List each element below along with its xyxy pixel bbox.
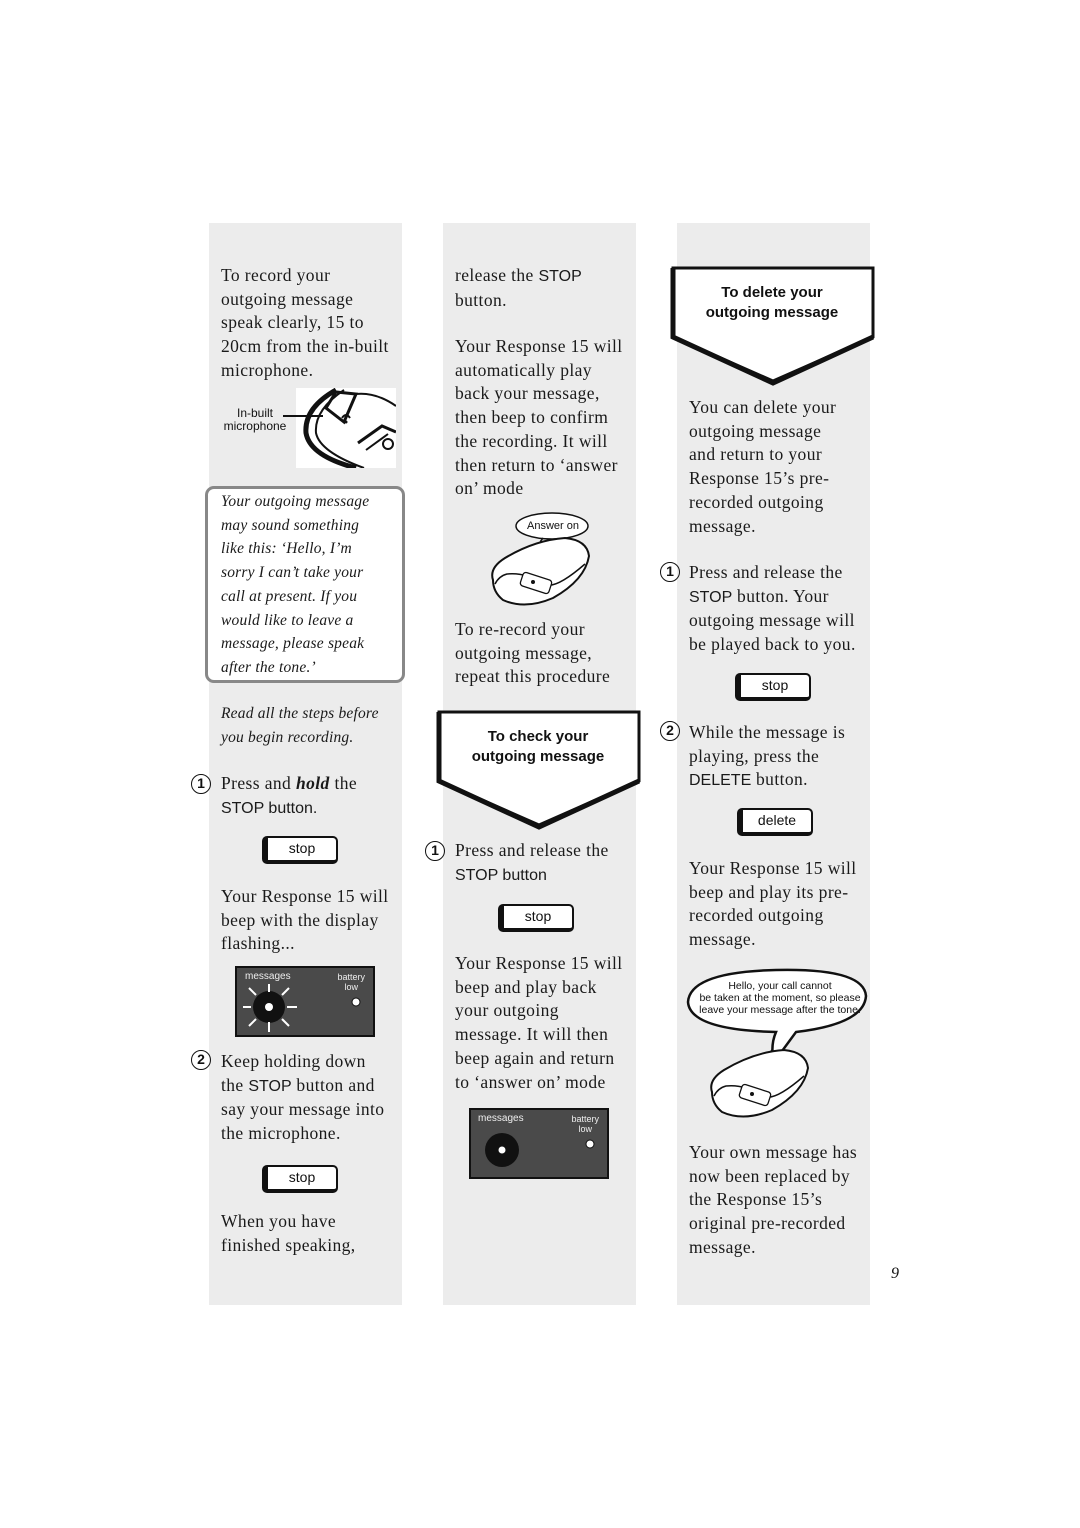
example-message-text: Your outgoing message may sound somethin…: [221, 493, 370, 676]
release-text-line2: button.: [455, 289, 507, 310]
step-number-2: 2: [660, 721, 680, 741]
step-number-1: 1: [191, 774, 211, 794]
stop-button[interactable]: stop: [262, 836, 338, 864]
stop-button[interactable]: stop: [262, 1165, 338, 1193]
delete-message-heading: To delete your outgoing message: [670, 265, 875, 386]
delete-step2-delete-word: DELETE: [689, 772, 752, 790]
check-message-heading: To check your outgoing message: [436, 709, 641, 830]
step2-line2-post: button and: [291, 1074, 375, 1095]
read-steps-tip: Read all the steps before you begin reco…: [221, 705, 379, 746]
playback-description: Your Response 15 will automatically play…: [455, 336, 623, 499]
check-step1-line1: Press and release the: [455, 840, 609, 860]
check-step1-text: Press and release the STOP button: [455, 839, 635, 887]
delete-outro: Your own message has now been replaced b…: [689, 1142, 858, 1257]
record-step2-text: Keep holding down the STOP button and say …: [221, 1050, 401, 1146]
battery-low-label: battery low: [337, 972, 365, 992]
delete-button[interactable]: delete: [737, 808, 813, 836]
page-number: 9: [891, 1265, 899, 1282]
microphone-pointer-line: [283, 415, 323, 417]
delete-step1-stop-word: STOP: [689, 588, 733, 606]
messages-label: messages: [478, 1113, 524, 1124]
step1-line2: STOP button.: [221, 799, 318, 817]
microphone-label: In-built microphone: [221, 407, 289, 433]
step-number-1: 1: [425, 841, 445, 861]
step2-line2-pre: the: [221, 1074, 249, 1095]
delete-step1-line2-post: button. Your: [732, 585, 829, 606]
delete-step2-text: While the message is playing, press the D…: [689, 721, 874, 793]
stop-button[interactable]: stop: [735, 673, 811, 701]
microphone-illustration: [296, 388, 396, 468]
delete-step1-line1: Press and release the: [689, 562, 843, 582]
finished-speaking-text: When you have finished speaking,: [221, 1211, 356, 1255]
step2-line1: Keep holding down: [221, 1051, 366, 1071]
record-step1-text: Press and hold the STOP button.: [221, 772, 401, 820]
battery-low-light-icon: [585, 1139, 595, 1149]
microphone-label-text: In-built microphone: [223, 406, 287, 433]
step-number-1: 1: [660, 562, 680, 582]
messages-label: messages: [245, 971, 291, 982]
check-step1-line2: STOP button: [455, 866, 547, 884]
step1-emphasis: hold: [295, 773, 330, 793]
delete-step2-line3-post: button.: [751, 769, 808, 790]
check-message-title: To check your outgoing message: [471, 728, 605, 765]
record-flash-description: Your Response 15 will beep with the disp…: [221, 886, 389, 954]
answer-on-bubble: Answer on: [527, 520, 579, 532]
delete-step1-text: Press and release the STOP button. Your ou…: [689, 561, 874, 657]
release-stop-word: STOP: [538, 268, 582, 285]
delete-message-title: To delete your outgoing message: [705, 284, 839, 321]
answering-machine-corner-icon: [303, 388, 396, 468]
prerecorded-bubble-text: Hello, your call cannot be taken at the …: [699, 980, 861, 1016]
messages-light-flashing-icon: [243, 984, 297, 1032]
messages-light-icon: [485, 1133, 519, 1167]
release-stop-text: release the STOP button.: [455, 264, 635, 312]
display-panel-flashing: messages battery low: [235, 966, 375, 1037]
step2-line3: say your message into the microphone.: [221, 1099, 385, 1144]
step1-text-pre: Press and: [221, 773, 296, 793]
stop-button[interactable]: stop: [498, 904, 574, 932]
step1-text-post: the: [329, 773, 358, 793]
step2-stop-word: STOP: [248, 1077, 292, 1095]
delete-step1-line3: outgoing message will be played back to …: [689, 610, 856, 655]
display-panel-steady: messages battery low: [469, 1108, 609, 1179]
step-number-2: 2: [191, 1050, 211, 1070]
record-intro: To record your outgoing message speak cl…: [221, 265, 389, 380]
delete-step2-line1: While the message is playing, press the: [689, 722, 846, 766]
rerecord-instruction: To re-record your outgoing message, repe…: [455, 619, 611, 687]
delete-intro: You can delete your outgoing message and…: [689, 397, 837, 536]
check-playback-description: Your Response 15 will beep and play back…: [455, 953, 623, 1092]
battery-low-label: battery low: [571, 1114, 599, 1134]
pre-recorded-playback-description: Your Response 15 will beep and play its …: [689, 858, 857, 950]
battery-low-light-icon: [351, 997, 361, 1007]
release-text-pre: release the: [455, 265, 539, 285]
